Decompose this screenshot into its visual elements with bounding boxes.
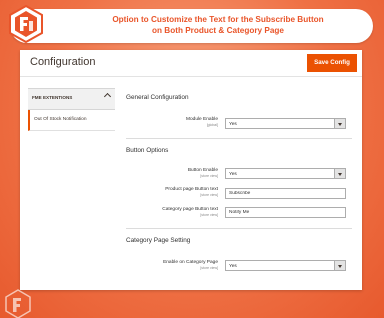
banner-title: Option to Customize the Text for the Sub… xyxy=(68,15,368,36)
button-enable-label: Button Enable [store view] xyxy=(126,168,218,178)
enable-category-page-scope: [store view] xyxy=(200,266,218,270)
section-title-button-options: Button Options xyxy=(126,147,169,154)
product-button-text-label: Product page Button text [store view] xyxy=(126,187,218,197)
feature-banner: Option to Customize the Text for the Sub… xyxy=(10,9,373,43)
enable-category-page-label-text: Enable on Category Page xyxy=(163,260,218,265)
button-enable-scope: [store view] xyxy=(200,174,218,178)
banner-title-line-2: on Both Product & Category Page xyxy=(152,25,284,35)
module-enable-label: Module Enable [global] xyxy=(126,117,218,127)
configuration-panel: Configuration Save Config FME EXTENTIONS… xyxy=(20,50,362,290)
module-enable-scope: [global] xyxy=(206,123,218,127)
enable-category-page-select[interactable]: Yes xyxy=(225,260,346,271)
chevron-down-icon xyxy=(338,264,342,268)
category-button-text-label: Category page Button text [store view] xyxy=(126,207,218,217)
config-content: General Configuration Module Enable [glo… xyxy=(126,50,358,290)
chevron-up-icon xyxy=(103,92,112,101)
chevron-down-icon xyxy=(338,172,342,176)
category-button-text-label-text: Category page Button text xyxy=(162,207,218,212)
section-divider xyxy=(126,138,352,139)
config-sidebar: FME EXTENTIONS Out Of Stock Notification xyxy=(28,88,115,131)
section-title-category-page-setting: Category Page Setting xyxy=(126,237,191,244)
fme-logo-icon xyxy=(9,4,43,44)
button-enable-select[interactable]: Yes xyxy=(225,168,346,179)
banner-title-line-1: Option to Customize the Text for the Sub… xyxy=(112,15,324,24)
sidebar-section-label: FME EXTENTIONS xyxy=(32,95,73,100)
product-button-text-input[interactable] xyxy=(225,188,346,199)
category-button-text-scope: [store view] xyxy=(200,213,218,217)
module-enable-value: Yes xyxy=(229,121,237,127)
dropdown-button[interactable] xyxy=(334,119,345,128)
enable-category-page-label: Enable on Category Page [store view] xyxy=(126,260,218,270)
chevron-down-icon xyxy=(338,122,342,126)
product-button-text-label-text: Product page Button text xyxy=(165,187,218,192)
module-enable-select[interactable]: Yes xyxy=(225,118,346,129)
page-title: Configuration xyxy=(30,56,96,68)
button-enable-value: Yes xyxy=(229,171,237,177)
button-enable-label-text: Button Enable xyxy=(187,168,218,173)
sidebar-item-out-of-stock-notification[interactable]: Out Of Stock Notification xyxy=(28,110,115,131)
dropdown-button[interactable] xyxy=(334,261,345,270)
sidebar-section-fme-extentions[interactable]: FME EXTENTIONS xyxy=(28,88,115,110)
product-button-text-scope: [store view] xyxy=(200,193,218,197)
module-enable-label-text: Module Enable xyxy=(185,117,218,122)
enable-category-page-value: Yes xyxy=(229,263,237,269)
sidebar-item-label: Out Of Stock Notification xyxy=(34,117,87,122)
section-title-general: General Configuration xyxy=(126,94,189,101)
category-button-text-input[interactable] xyxy=(225,207,346,218)
dropdown-button[interactable] xyxy=(334,169,345,178)
fme-watermark-icon xyxy=(5,289,31,318)
section-divider xyxy=(126,228,352,229)
